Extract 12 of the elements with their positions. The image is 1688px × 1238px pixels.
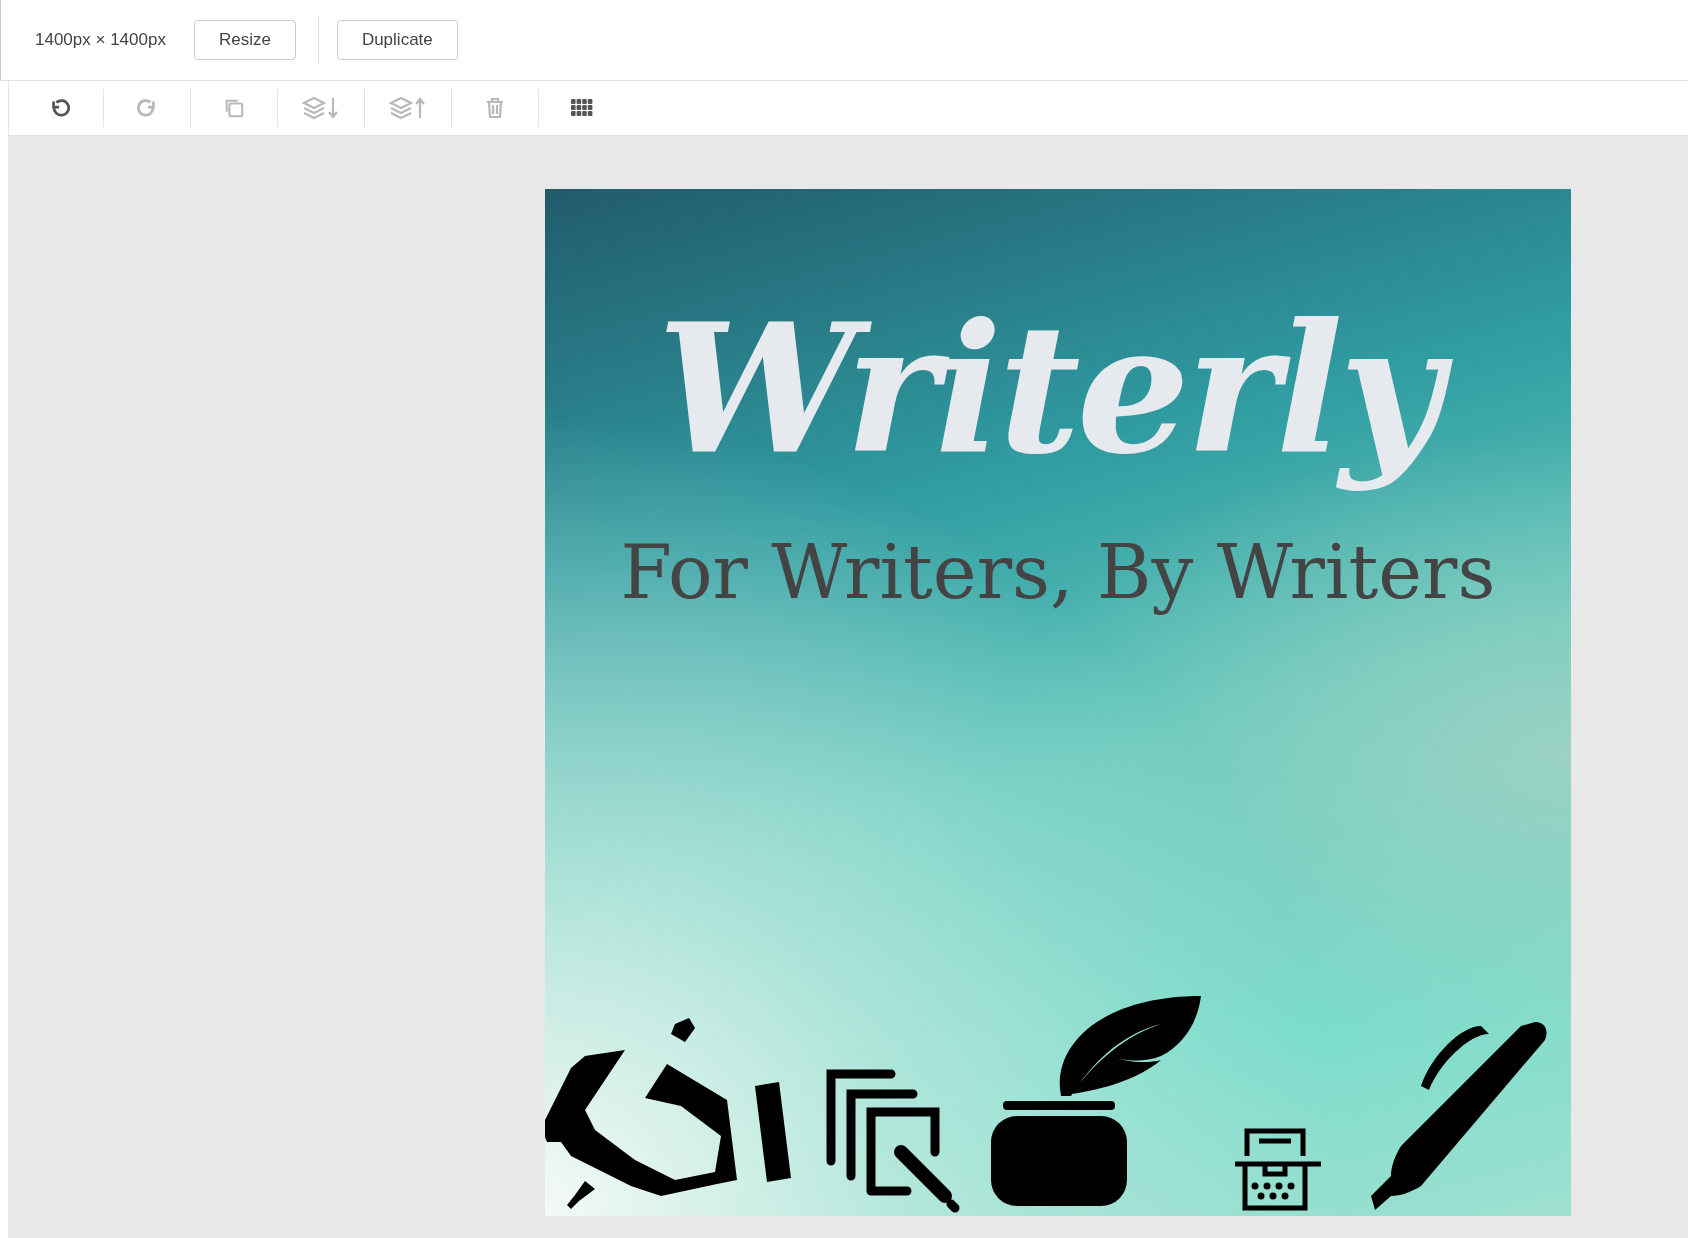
design-subtitle: For Writers, By Writers (620, 529, 1496, 616)
duplicate-button[interactable]: Duplicate (336, 20, 458, 60)
copy-icon (223, 97, 245, 119)
undo-icon (49, 97, 71, 119)
redo-icon (136, 97, 158, 119)
layers-down-icon (302, 96, 340, 120)
grid-icon (571, 99, 593, 117)
trash-icon (485, 97, 505, 119)
canvas-dimensions: 1400px × 1400px (35, 30, 166, 50)
design-title: Writerly (637, 269, 1479, 510)
resize-button[interactable]: Resize (193, 20, 296, 60)
layers-up-icon (389, 96, 427, 120)
